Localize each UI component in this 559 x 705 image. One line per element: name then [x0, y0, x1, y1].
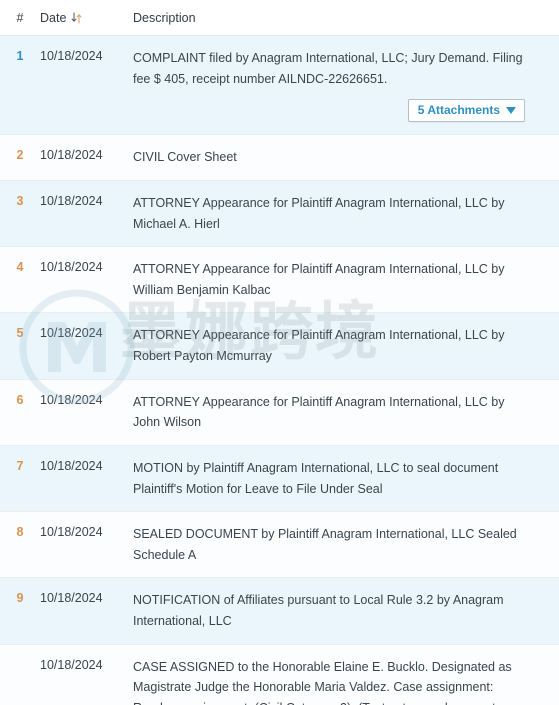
row-date: 10/18/2024 [40, 657, 103, 672]
column-header-description[interactable]: Description [133, 11, 551, 25]
row-date: 10/18/2024 [40, 591, 103, 606]
row-description: CASE ASSIGNED to the Honorable Elaine E.… [133, 659, 512, 705]
row-description: ATTORNEY Appearance for Plaintiff Anagra… [133, 262, 505, 297]
row-description: ATTORNEY Appearance for Plaintiff Anagra… [133, 394, 505, 430]
table-header-row: # Date Description [0, 0, 559, 36]
table-body: 1 10/18/2024 COMPLAINT filed by Anagram … [0, 36, 559, 705]
sort-icon[interactable] [71, 11, 82, 24]
table-row[interactable]: 5 10/18/2024 ATTORNEY Appearance for Pla… [0, 313, 559, 380]
row-description-cell: COMPLAINT filed by Anagram International… [133, 48, 551, 123]
table-row[interactable]: 9 10/18/2024 NOTIFICATION of Affiliates … [0, 578, 559, 645]
column-header-date[interactable]: Date [40, 11, 133, 25]
attachments-label: 5 Attachments [417, 103, 500, 118]
chevron-down-icon [506, 106, 516, 114]
row-description: COMPLAINT filed by Anagram International… [133, 51, 523, 86]
column-header-number[interactable]: # [0, 11, 40, 25]
row-date: 10/18/2024 [40, 260, 103, 275]
table-row[interactable]: 10/18/2024 CASE ASSIGNED to the Honorabl… [0, 644, 559, 705]
row-date: 10/18/2024 [40, 49, 103, 63]
table-row[interactable]: 2 10/18/2024 CIVIL Cover Sheet [0, 135, 559, 181]
row-number[interactable]: 6 [0, 392, 40, 407]
row-number [0, 657, 40, 658]
row-number[interactable]: 5 [0, 325, 40, 340]
row-number[interactable]: 2 [0, 147, 40, 162]
row-number[interactable]: 8 [0, 524, 40, 539]
docket-table: # Date Description 1 10/18/2024 COMPLAIN… [0, 0, 559, 705]
table-row[interactable]: 6 10/18/2024 ATTORNEY Appearance for Pla… [0, 379, 559, 446]
row-description: ATTORNEY Appearance for Plaintiff Anagra… [133, 195, 505, 231]
row-description: SEALED DOCUMENT by Plaintiff Anagram Int… [133, 527, 517, 562]
row-description: CIVIL Cover Sheet [133, 150, 237, 165]
table-row[interactable]: 8 10/18/2024 SEALED DOCUMENT by Plaintif… [0, 512, 559, 579]
attachments-row: 5 Attachments [133, 99, 529, 123]
row-number[interactable]: 4 [0, 259, 40, 274]
row-date: 10/18/2024 [40, 392, 103, 407]
row-number[interactable]: 1 [0, 48, 40, 63]
row-description: ATTORNEY Appearance for Plaintiff Anagra… [133, 328, 505, 363]
row-description: NOTIFICATION of Affiliates pursuant to L… [133, 593, 504, 628]
table-row[interactable]: 7 10/18/2024 MOTION by Plaintiff Anagram… [0, 445, 559, 513]
table-row[interactable]: 1 10/18/2024 COMPLAINT filed by Anagram … [0, 36, 559, 136]
row-date: 10/18/2024 [40, 326, 103, 341]
row-date: 10/18/2024 [40, 458, 103, 473]
docket-table-panel: 墨娜跨境 # Date Description 1 10/18/2024 [0, 0, 559, 705]
row-number[interactable]: 7 [0, 458, 40, 473]
attachments-button[interactable]: 5 Attachments [407, 99, 525, 123]
column-header-date-label: Date [40, 10, 67, 25]
row-date: 10/18/2024 [40, 148, 103, 163]
row-date: 10/18/2024 [40, 193, 103, 208]
row-date: 10/18/2024 [40, 525, 103, 540]
table-row[interactable]: 4 10/18/2024 ATTORNEY Appearance for Pla… [0, 247, 559, 314]
row-number[interactable]: 3 [0, 193, 40, 208]
row-description: MOTION by Plaintiff Anagram Internationa… [133, 460, 499, 496]
table-row[interactable]: 3 10/18/2024 ATTORNEY Appearance for Pla… [0, 180, 559, 248]
row-number[interactable]: 9 [0, 590, 40, 605]
